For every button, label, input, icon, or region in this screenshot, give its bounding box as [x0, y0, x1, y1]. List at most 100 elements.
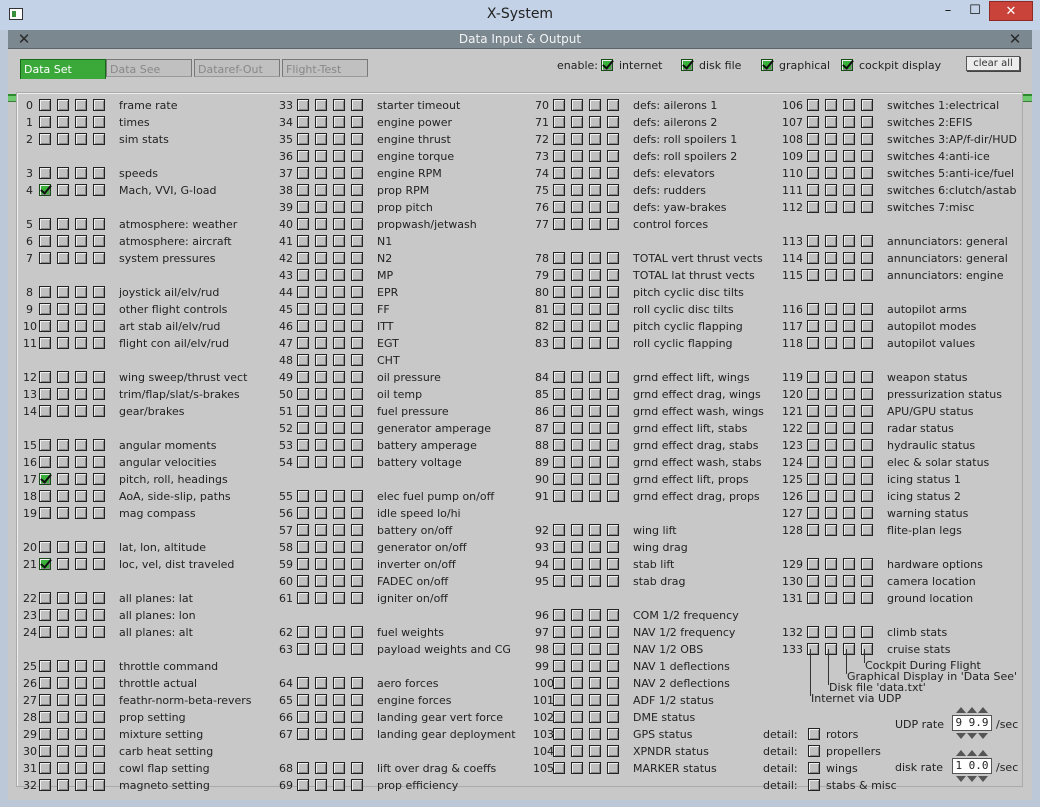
output-checkbox-0[interactable]	[807, 184, 819, 196]
output-checkbox-3[interactable]	[607, 660, 619, 672]
enable-checkbox[interactable]	[681, 59, 693, 71]
output-checkbox-3[interactable]	[861, 184, 873, 196]
output-checkbox-3[interactable]	[93, 490, 105, 502]
output-checkbox-1[interactable]	[571, 643, 583, 655]
output-checkbox-1[interactable]	[315, 422, 327, 434]
output-checkbox-2[interactable]	[75, 405, 87, 417]
output-checkbox-2[interactable]	[75, 184, 87, 196]
output-checkbox-3[interactable]	[93, 286, 105, 298]
output-checkbox-2[interactable]	[843, 456, 855, 468]
output-checkbox-3[interactable]	[93, 473, 105, 485]
output-checkbox-1[interactable]	[571, 711, 583, 723]
output-checkbox-0[interactable]	[39, 558, 51, 570]
output-checkbox-1[interactable]	[571, 439, 583, 451]
output-checkbox-1[interactable]	[825, 388, 837, 400]
output-checkbox-2[interactable]	[589, 320, 601, 332]
output-checkbox-1[interactable]	[57, 286, 69, 298]
output-checkbox-3[interactable]	[93, 609, 105, 621]
output-checkbox-1[interactable]	[571, 456, 583, 468]
output-checkbox-0[interactable]	[807, 473, 819, 485]
output-checkbox-3[interactable]	[93, 660, 105, 672]
output-checkbox-3[interactable]	[861, 269, 873, 281]
output-checkbox-3[interactable]	[351, 167, 363, 179]
output-checkbox-0[interactable]	[297, 541, 309, 553]
output-checkbox-2[interactable]	[333, 711, 345, 723]
output-checkbox-0[interactable]	[553, 371, 565, 383]
output-checkbox-1[interactable]	[571, 116, 583, 128]
output-checkbox-1[interactable]	[571, 337, 583, 349]
output-checkbox-3[interactable]	[861, 643, 873, 655]
output-checkbox-0[interactable]	[807, 575, 819, 587]
output-checkbox-1[interactable]	[315, 371, 327, 383]
output-checkbox-2[interactable]	[333, 150, 345, 162]
output-checkbox-3[interactable]	[861, 371, 873, 383]
output-checkbox-0[interactable]	[297, 626, 309, 638]
output-checkbox-3[interactable]	[607, 269, 619, 281]
output-checkbox-1[interactable]	[571, 286, 583, 298]
output-checkbox-0[interactable]	[297, 286, 309, 298]
output-checkbox-3[interactable]	[93, 405, 105, 417]
output-checkbox-2[interactable]	[333, 558, 345, 570]
output-checkbox-1[interactable]	[57, 184, 69, 196]
output-checkbox-0[interactable]	[807, 252, 819, 264]
output-checkbox-3[interactable]	[607, 337, 619, 349]
output-checkbox-0[interactable]	[297, 133, 309, 145]
output-checkbox-0[interactable]	[297, 99, 309, 111]
output-checkbox-3[interactable]	[351, 677, 363, 689]
increment-arrow-icon[interactable]	[978, 707, 988, 713]
output-checkbox-1[interactable]	[57, 745, 69, 757]
enable-checkbox[interactable]	[601, 59, 613, 71]
output-checkbox-0[interactable]	[807, 592, 819, 604]
output-checkbox-0[interactable]	[807, 116, 819, 128]
output-checkbox-1[interactable]	[825, 337, 837, 349]
output-checkbox-0[interactable]	[297, 201, 309, 213]
output-checkbox-3[interactable]	[861, 456, 873, 468]
output-checkbox-3[interactable]	[351, 694, 363, 706]
increment-arrow-icon[interactable]	[956, 750, 966, 756]
output-checkbox-2[interactable]	[75, 99, 87, 111]
output-checkbox-2[interactable]	[75, 456, 87, 468]
output-checkbox-0[interactable]	[807, 507, 819, 519]
output-checkbox-1[interactable]	[57, 609, 69, 621]
output-checkbox-2[interactable]	[75, 609, 87, 621]
output-checkbox-2[interactable]	[75, 626, 87, 638]
output-checkbox-2[interactable]	[75, 252, 87, 264]
output-checkbox-2[interactable]	[589, 269, 601, 281]
output-checkbox-2[interactable]	[333, 320, 345, 332]
output-checkbox-2[interactable]	[843, 252, 855, 264]
output-checkbox-3[interactable]	[93, 541, 105, 553]
output-checkbox-0[interactable]	[553, 286, 565, 298]
output-checkbox-3[interactable]	[607, 99, 619, 111]
output-checkbox-2[interactable]	[589, 626, 601, 638]
output-checkbox-2[interactable]	[843, 184, 855, 196]
output-checkbox-1[interactable]	[571, 388, 583, 400]
output-checkbox-1[interactable]	[57, 388, 69, 400]
output-checkbox-0[interactable]	[297, 235, 309, 247]
output-checkbox-3[interactable]	[351, 99, 363, 111]
output-checkbox-1[interactable]	[315, 575, 327, 587]
output-checkbox-1[interactable]	[315, 303, 327, 315]
output-checkbox-0[interactable]	[297, 405, 309, 417]
output-checkbox-1[interactable]	[571, 150, 583, 162]
tab-data-see[interactable]: Data See	[106, 59, 192, 77]
output-checkbox-1[interactable]	[571, 609, 583, 621]
output-checkbox-3[interactable]	[351, 252, 363, 264]
output-checkbox-3[interactable]	[607, 218, 619, 230]
output-checkbox-0[interactable]	[553, 490, 565, 502]
output-checkbox-3[interactable]	[351, 456, 363, 468]
output-checkbox-3[interactable]	[861, 99, 873, 111]
output-checkbox-0[interactable]	[39, 745, 51, 757]
output-checkbox-3[interactable]	[607, 405, 619, 417]
output-checkbox-2[interactable]	[843, 303, 855, 315]
output-checkbox-2[interactable]	[75, 779, 87, 791]
output-checkbox-3[interactable]	[93, 320, 105, 332]
output-checkbox-2[interactable]	[75, 371, 87, 383]
output-checkbox-3[interactable]	[351, 575, 363, 587]
output-checkbox-0[interactable]	[39, 473, 51, 485]
output-checkbox-2[interactable]	[589, 745, 601, 757]
output-checkbox-3[interactable]	[607, 711, 619, 723]
output-checkbox-0[interactable]	[297, 779, 309, 791]
output-checkbox-1[interactable]	[315, 354, 327, 366]
output-checkbox-2[interactable]	[333, 99, 345, 111]
output-checkbox-3[interactable]	[861, 626, 873, 638]
